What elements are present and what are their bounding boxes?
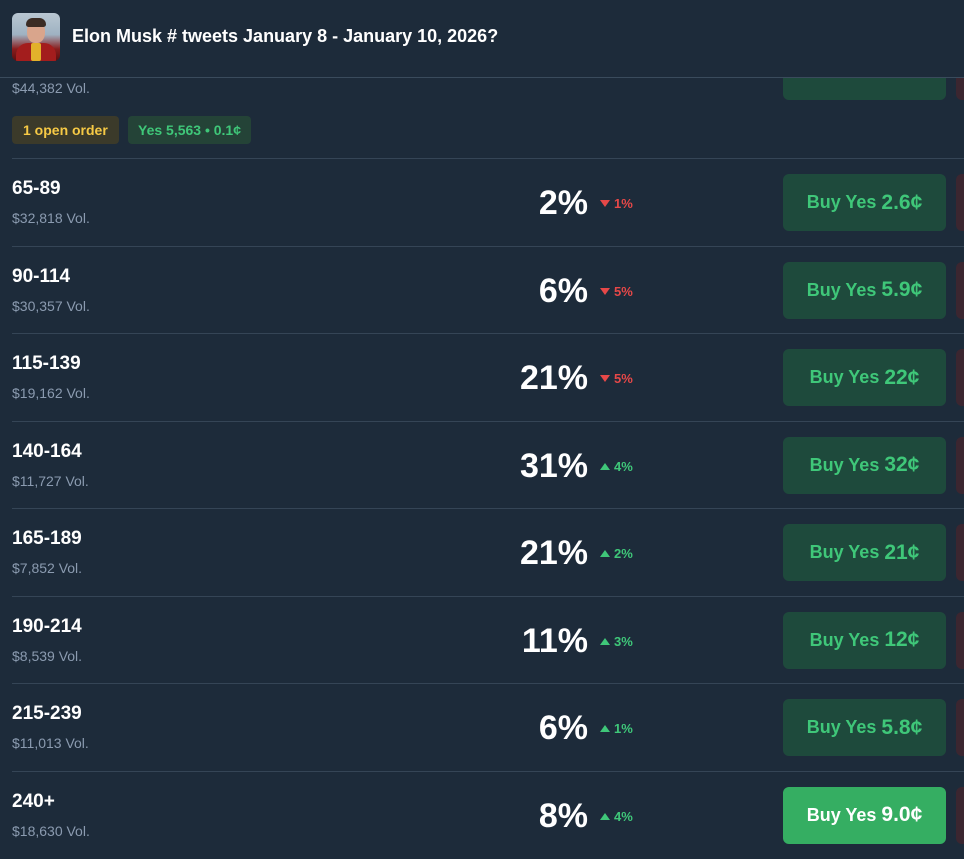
outcome-probability: 2% [538,184,588,222]
buy-yes-price: 21¢ [884,540,920,564]
triangle-up-icon [600,637,610,645]
buy-yes-button[interactable]: Buy Yes 21¢ [783,524,946,581]
outcome-label: 140-164 [12,440,82,462]
change-value: 2% [614,546,633,561]
outcome-probability: 21% [519,359,588,397]
buy-yes-label: Buy Yes [806,192,877,212]
outcome-row[interactable]: 240+ $18,630 Vol. 8% 4% Buy Yes 9.0¢ [12,770,964,859]
outcome-probability: 21% [519,534,588,572]
buy-no-button[interactable] [956,699,964,756]
outcome-probability: 8% [538,796,588,835]
change-value: 1% [614,721,633,736]
market-avatar-image [12,13,60,61]
buy-yes-button[interactable]: Buy Yes 9.0¢ [783,786,946,844]
triangle-down-icon [600,287,610,295]
outcome-row[interactable]: 190-214 $8,539 Vol. 11% 3% Buy Yes 12¢ [12,595,964,684]
buy-yes-button[interactable]: Buy Yes 22¢ [783,349,946,406]
buy-yes-label: Buy Yes [806,279,877,300]
buy-no-button[interactable] [956,786,964,844]
buy-yes-button[interactable]: Buy Yes 12¢ [783,611,946,669]
outcome-probability: 6% [538,271,588,310]
yes-position-badge[interactable]: Yes 5,563 • 0.1¢ [128,116,251,144]
change-value: 5% [614,283,633,299]
buy-yes-price: 9.0¢ [881,803,923,826]
probability-change: 4% [600,459,633,474]
outcome-probability: 31% [519,446,588,485]
outcome-volume: $30,357 Vol. [12,297,90,314]
probability-change: 2% [600,546,633,561]
triangle-down-icon [600,200,610,207]
outcome-row[interactable]: 65-89 $32,818 Vol. 2% 1% Buy Yes 2.6¢ [12,158,964,246]
buy-yes-price: 32¢ [884,453,920,476]
change-value: 5% [614,371,633,386]
outcome-volume: $7,852 Vol. [12,560,83,576]
probability-change: 1% [600,196,633,211]
change-value: 3% [614,633,633,649]
outcome-volume: $11,013 Vol. [12,735,89,751]
buy-yes-price: 12¢ [884,628,920,651]
outcome-label: 215-239 [12,703,82,724]
outcome-volume: $19,162 Vol. [12,385,90,401]
buy-yes-label: Buy Yes [809,542,880,562]
probability-change: 1% [600,721,633,736]
outcome-label: 190-214 [12,615,82,637]
outcome-volume: $32,818 Vol. [12,210,90,226]
buy-no-button[interactable] [956,261,964,319]
outcome-label: 165-189 [12,528,82,549]
outcome-volume: $18,630 Vol. [12,822,90,839]
buy-yes-label: Buy Yes [809,629,880,650]
market-header: Elon Musk # tweets January 8 - January 1… [0,0,964,78]
probability-change: 4% [600,809,633,824]
outcome-row[interactable]: 165-189 $7,852 Vol. 21% 2% Buy Yes 21¢ [12,508,964,596]
buy-no-button[interactable] [956,611,964,669]
triangle-up-icon [600,812,610,820]
outcome-volume: $8,539 Vol. [12,647,83,664]
market-title: Elon Musk # tweets January 8 - January 1… [72,26,499,46]
buy-no-button[interactable] [956,436,964,494]
probability-change: 5% [600,284,633,299]
outcome-label: 240+ [12,790,55,812]
buy-yes-label: Buy Yes [809,367,880,387]
buy-yes-button[interactable]: Buy Yes 5.8¢ [783,699,946,756]
outcome-volume: $44,382 Vol. [12,80,90,96]
buy-yes-label: Buy Yes [809,454,880,475]
outcome-probability: 11% [521,621,588,660]
buy-yes-price: 5.8¢ [881,715,923,739]
buy-no-button[interactable] [956,349,964,406]
outcome-label: 115-139 [12,353,81,374]
change-value: 4% [614,808,633,824]
outcome-label: 90-114 [12,265,71,287]
buy-yes-button[interactable]: Buy Yes 2.6¢ [783,174,946,231]
change-value: 1% [614,196,633,211]
outcome-probability: 6% [538,709,588,747]
outcome-row[interactable]: 115-139 $19,162 Vol. 21% 5% Buy Yes 22¢ [12,333,964,421]
triangle-up-icon [600,550,610,557]
buy-no-button[interactable] [956,524,964,581]
buy-yes-button[interactable]: Buy Yes 5.9¢ [783,261,946,319]
outcome-volume: $11,727 Vol. [12,472,89,489]
change-value: 4% [614,458,633,474]
buy-no-button[interactable] [956,174,964,231]
buy-yes-label: Buy Yes [806,804,877,825]
buy-yes-price: 2.6¢ [881,190,923,214]
buy-yes-price: 5.9¢ [881,278,923,301]
outcome-row[interactable]: 140-164 $11,727 Vol. 31% 4% Buy Yes 32¢ [12,420,964,509]
outcome-row[interactable]: 90-114 $30,357 Vol. 6% 5% Buy Yes 5.9¢ [12,245,964,334]
buy-yes-price: 22¢ [884,365,920,389]
partial-outcome-row: $44,382 Vol. 1 open order Yes 5,563 • 0.… [0,54,964,158]
buy-yes-button[interactable]: Buy Yes 32¢ [783,436,946,494]
triangle-down-icon [600,375,610,382]
outcome-label: 65-89 [12,178,61,199]
probability-change: 5% [600,371,633,386]
triangle-up-icon [600,725,610,732]
outcome-row[interactable]: 215-239 $11,013 Vol. 6% 1% Buy Yes 5.8¢ [12,683,964,771]
buy-yes-label: Buy Yes [806,717,877,737]
probability-change: 3% [600,634,633,649]
open-order-badge[interactable]: 1 open order [12,116,119,144]
triangle-up-icon [600,462,610,470]
